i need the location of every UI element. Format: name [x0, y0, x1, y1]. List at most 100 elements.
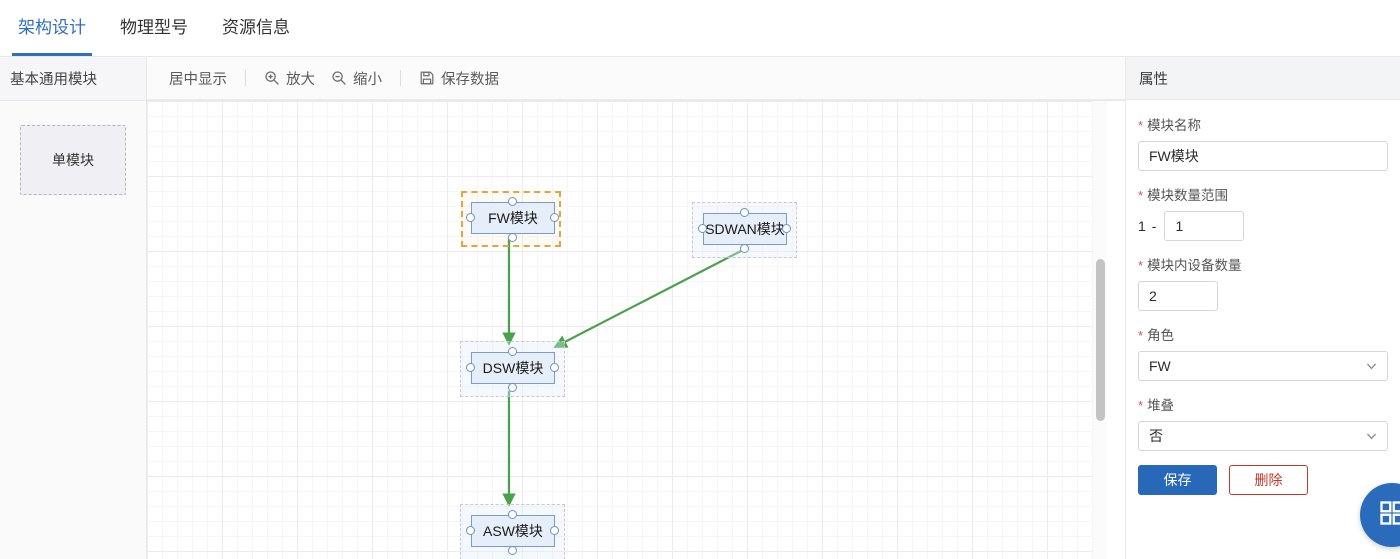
node-handle-bottom[interactable]: [508, 546, 517, 555]
connection-edges-layer: [147, 101, 1125, 559]
module-count-min-value: 1: [1138, 218, 1146, 234]
library-header-label: 基本通用模块: [10, 68, 97, 89]
chevron-down-icon: [1365, 360, 1378, 373]
property-header-label: 属性: [1139, 68, 1168, 89]
center-display-button[interactable]: 居中显示: [161, 64, 235, 92]
label-text: 角色: [1147, 324, 1174, 344]
save-data-label: 保存数据: [441, 68, 499, 89]
button-label: 删除: [1255, 470, 1283, 490]
library-panel-header: 基本通用模块: [0, 57, 147, 100]
node-handle-right[interactable]: [550, 363, 559, 372]
required-asterisk-icon: *: [1138, 189, 1143, 202]
save-disk-icon: [419, 70, 435, 86]
node-label: FW模块: [488, 208, 538, 228]
node-handle-left[interactable]: [466, 526, 475, 535]
center-display-label: 居中显示: [169, 68, 227, 89]
toolbar-divider: [400, 70, 401, 86]
tab-physical-model[interactable]: 物理型号: [116, 0, 192, 56]
zoom-out-icon: [331, 70, 347, 86]
zoom-out-button[interactable]: 缩小: [323, 64, 390, 92]
node-handle-bottom[interactable]: [740, 244, 749, 253]
save-button[interactable]: 保存: [1138, 465, 1217, 495]
shape-library-panel: 单模块: [0, 101, 147, 559]
required-asterisk-icon: *: [1138, 119, 1143, 132]
tab-label: 架构设计: [18, 18, 86, 37]
app-root: 架构设计 物理型号 资源信息 基本通用模块 居中显示: [0, 0, 1400, 559]
tab-architecture-design[interactable]: 架构设计: [14, 0, 90, 56]
zoom-in-icon: [264, 70, 280, 86]
node-handle-right[interactable]: [782, 224, 791, 233]
chevron-down-icon: [1365, 430, 1378, 443]
tab-label: 物理型号: [120, 18, 188, 37]
shape-label: 单模块: [52, 150, 94, 170]
field-module-name: * 模块名称 FW模块: [1138, 114, 1388, 171]
node-handle-right[interactable]: [550, 213, 559, 222]
node-label: DSW模块: [483, 358, 544, 378]
canvas-vscrollbar-thumb[interactable]: [1096, 259, 1105, 421]
property-panel-body: * 模块名称 FW模块 * 模块数量范围 1 - 1: [1126, 100, 1400, 559]
node-label: SDWAN模块: [705, 219, 785, 239]
required-asterisk-icon: *: [1138, 329, 1143, 342]
role-select[interactable]: FW: [1138, 351, 1388, 381]
toolbar-divider: [245, 70, 246, 86]
field-device-count: * 模块内设备数量 2: [1138, 254, 1388, 311]
node-handle-top[interactable]: [508, 347, 517, 356]
stack-select[interactable]: 否: [1138, 421, 1388, 451]
module-count-range-row: 1 - 1: [1138, 211, 1388, 241]
tab-resource-info[interactable]: 资源信息: [218, 0, 294, 56]
label-text: 模块数量范围: [1147, 184, 1228, 204]
field-stack: * 堆叠 否: [1138, 394, 1388, 451]
select-value: 否: [1149, 426, 1163, 446]
label-text: 堆叠: [1147, 394, 1174, 414]
zoom-in-button[interactable]: 放大: [256, 64, 323, 92]
select-value: FW: [1149, 358, 1171, 374]
property-panel-header: 属性: [1126, 57, 1400, 100]
node-handle-left[interactable]: [466, 363, 475, 372]
canvas-right-padding: [1107, 101, 1125, 559]
input-value: 2: [1149, 282, 1157, 310]
node-handle-top[interactable]: [508, 197, 517, 206]
required-asterisk-icon: *: [1138, 399, 1143, 412]
field-label-module-count-range: * 模块数量范围: [1138, 184, 1388, 204]
delete-button[interactable]: 删除: [1229, 465, 1308, 495]
label-text: 模块内设备数量: [1147, 254, 1242, 274]
tab-label: 资源信息: [222, 18, 290, 37]
required-asterisk-icon: *: [1138, 259, 1143, 272]
input-value: 1: [1175, 212, 1183, 240]
node-handle-right[interactable]: [550, 526, 559, 535]
zoom-out-label: 缩小: [353, 68, 382, 89]
main-tabbar: 架构设计 物理型号 资源信息: [0, 0, 1400, 57]
module-name-input[interactable]: FW模块: [1138, 141, 1388, 171]
button-label: 保存: [1164, 470, 1192, 490]
diagram-canvas[interactable]: FW模块 SDWAN模块 DSW模块 ASW模块: [147, 101, 1125, 559]
node-handle-top[interactable]: [508, 510, 517, 519]
field-label-stack: * 堆叠: [1138, 394, 1388, 414]
node-fw-module[interactable]: FW模块: [471, 202, 555, 234]
range-separator: -: [1152, 218, 1157, 234]
edge-sdwan-to-dsw: [555, 251, 741, 347]
node-handle-bottom[interactable]: [508, 383, 517, 392]
node-handle-bottom[interactable]: [508, 233, 517, 242]
field-module-count-range: * 模块数量范围 1 - 1: [1138, 184, 1388, 241]
field-label-role: * 角色: [1138, 324, 1388, 344]
grid-icon: [1378, 499, 1400, 532]
canvas-toolbar: 居中显示 放大 缩小: [147, 57, 1125, 100]
shape-single-module[interactable]: 单模块: [20, 125, 126, 195]
property-panel: 属性 * 模块名称 FW模块 * 模块数量范围 1 -: [1125, 57, 1400, 559]
node-asw-module[interactable]: ASW模块: [471, 515, 555, 547]
module-count-max-input[interactable]: 1: [1164, 211, 1244, 241]
input-value: FW模块: [1149, 142, 1199, 170]
node-label: ASW模块: [483, 521, 543, 541]
label-text: 模块名称: [1147, 114, 1201, 134]
node-handle-left[interactable]: [466, 213, 475, 222]
save-data-button[interactable]: 保存数据: [411, 64, 507, 92]
node-sdwan-module[interactable]: SDWAN模块: [703, 213, 787, 245]
node-handle-left[interactable]: [698, 224, 707, 233]
field-role: * 角色 FW: [1138, 324, 1388, 381]
field-label-device-count: * 模块内设备数量: [1138, 254, 1388, 274]
device-count-input[interactable]: 2: [1138, 281, 1218, 311]
node-handle-top[interactable]: [740, 208, 749, 217]
field-label-module-name: * 模块名称: [1138, 114, 1388, 134]
node-dsw-module[interactable]: DSW模块: [471, 352, 555, 384]
zoom-in-label: 放大: [286, 68, 315, 89]
